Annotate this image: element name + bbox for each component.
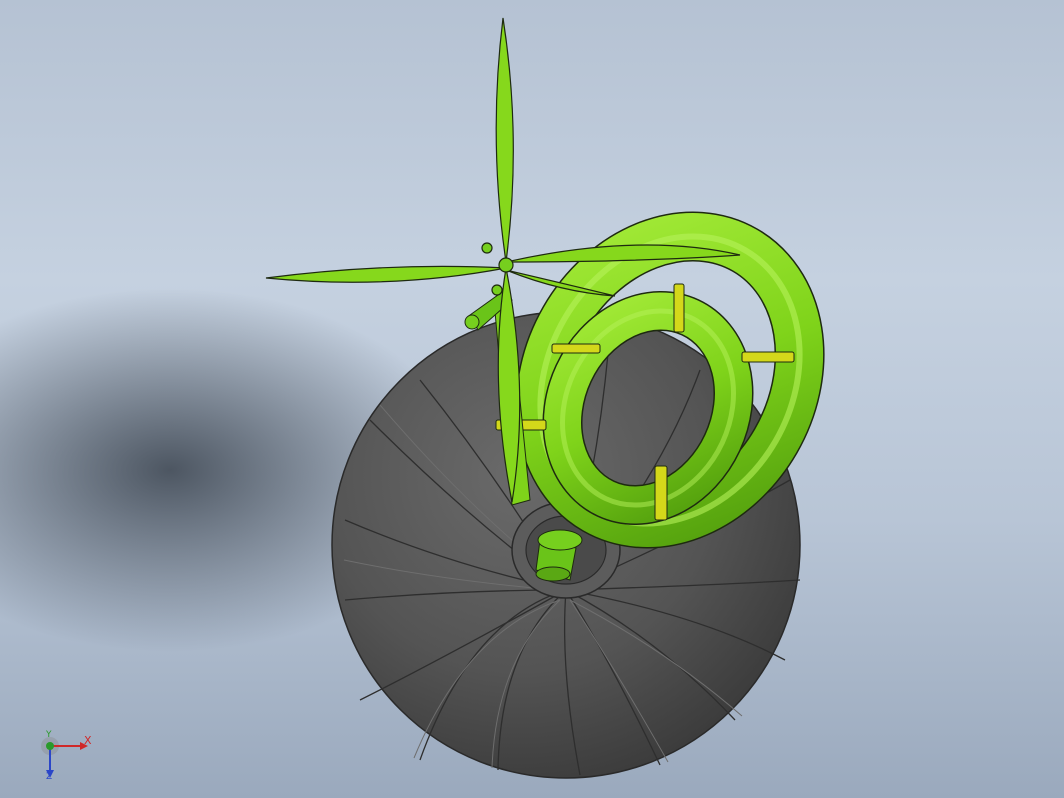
blade-top (495, 17, 514, 263)
axis-triad: X Y Z (36, 730, 106, 790)
model-canvas[interactable] (0, 0, 1064, 798)
y-axis-label: Y (46, 730, 52, 740)
graphics-viewport[interactable]: X Y Z (0, 0, 1064, 798)
blade-left (265, 265, 507, 283)
z-axis-label: Z (46, 772, 53, 782)
y-axis-dot (46, 742, 54, 750)
x-axis-label: X (84, 734, 92, 747)
rotor-hub (498, 257, 514, 273)
